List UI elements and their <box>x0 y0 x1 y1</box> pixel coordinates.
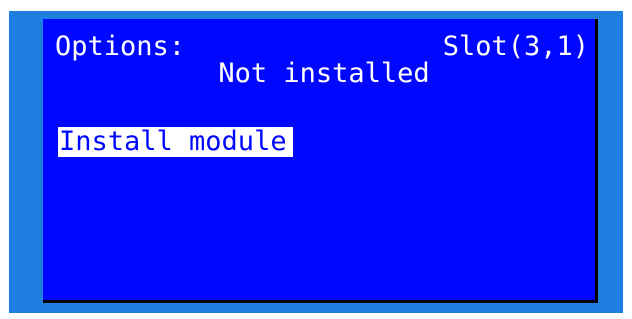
menu-item-install-module[interactable]: Install module <box>58 127 293 157</box>
module-status: Not installed <box>218 58 430 89</box>
slot-indicator: Slot(3,1) <box>442 31 589 62</box>
options-title: Options: <box>55 31 186 62</box>
device-panel: Options: Slot(3,1) Not installed Install… <box>0 0 632 319</box>
lcd-screen: Options: Slot(3,1) Not installed Install… <box>43 19 598 303</box>
